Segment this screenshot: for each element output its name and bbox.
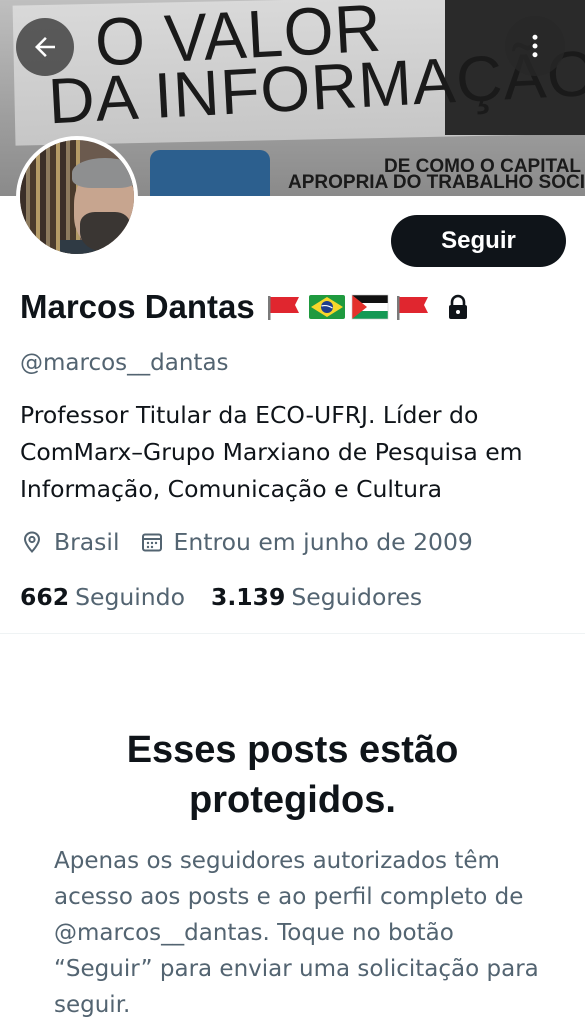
profile-bio: Professor Titular da ECO-UFRJ. Líder do … [20,401,523,503]
avatar[interactable] [16,136,138,258]
back-button[interactable] [16,18,74,76]
following-count: 662 [20,583,70,611]
palestine-flag-icon [351,294,389,320]
more-options-button[interactable] [505,16,565,76]
profile-meta: Brasil Entrou em junho de 2009 [20,528,493,556]
followers-label: Seguidores [291,583,423,611]
location-item: Brasil [20,528,120,556]
banner-blue-shape [150,150,270,196]
calendar-icon [141,533,162,552]
followers-count: 3.139 [210,583,286,611]
protected-posts-title: Esses posts estão protegidos. [126,729,459,821]
avatar-hair [72,158,134,188]
brazil-flag-icon [308,295,345,319]
location-text: Brasil [54,528,120,556]
flag-emojis [265,294,432,320]
profile-handle: @marcos__dantas [20,350,229,376]
follow-button[interactable]: Seguir [391,215,566,267]
profile-name: Marcos Dantas [20,288,255,325]
lock-icon [448,294,467,319]
arrow-left-icon [35,37,55,57]
banner-subtext-2: APROPRIA DO TRABALHO SOCIAL NA [288,172,585,193]
joined-text: Entrou em junho de 2009 [173,528,473,556]
follow-stats: 662 Seguindo 3.139 Seguidores [20,583,448,611]
red-flag-icon [396,296,428,320]
protected-posts-description: Apenas os seguidores autorizados têm ace… [54,848,539,1018]
following-label: Seguindo [75,583,185,611]
more-vertical-icon [532,34,538,58]
following-link[interactable]: 662 Seguindo [20,583,185,611]
profile-name-row: Marcos Dantas [20,288,470,326]
red-flag-icon [267,296,299,320]
location-pin-icon [23,531,41,553]
joined-item: Entrou em junho de 2009 [140,528,473,556]
followers-link[interactable]: 3.139 Seguidores [211,583,422,611]
section-divider [0,633,585,634]
avatar-beard [80,212,130,252]
